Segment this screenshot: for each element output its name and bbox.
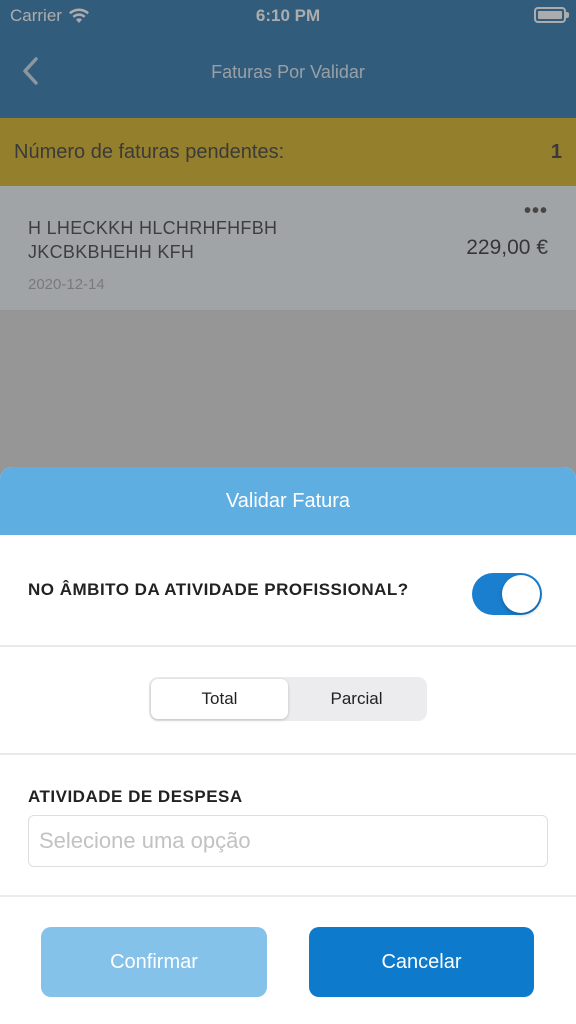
expense-activity-select[interactable]: Selecione uma opção bbox=[28, 815, 548, 867]
segment-total[interactable]: Total bbox=[151, 679, 288, 719]
toggle-knob bbox=[502, 575, 540, 613]
professional-activity-toggle[interactable] bbox=[472, 573, 542, 615]
sheet-title: Validar Fatura bbox=[0, 467, 576, 535]
cancel-button[interactable]: Cancelar bbox=[309, 927, 534, 997]
professional-activity-row: NO ÂMBITO DA ATIVIDADE PROFISSIONAL? bbox=[0, 535, 576, 647]
expense-activity-row: ATIVIDADE DE DESPESA Selecione uma opção bbox=[0, 757, 576, 897]
professional-activity-label: NO ÂMBITO DA ATIVIDADE PROFISSIONAL? bbox=[28, 580, 409, 599]
amount-type-segmented-control: Total Parcial bbox=[149, 677, 427, 721]
confirm-button[interactable]: Confirmar bbox=[41, 927, 267, 997]
validate-invoice-sheet: Validar Fatura NO ÂMBITO DA ATIVIDADE PR… bbox=[0, 467, 576, 1024]
segment-parcial[interactable]: Parcial bbox=[288, 679, 425, 719]
expense-activity-label: ATIVIDADE DE DESPESA bbox=[28, 787, 243, 806]
amount-type-row: Total Parcial bbox=[0, 649, 576, 755]
